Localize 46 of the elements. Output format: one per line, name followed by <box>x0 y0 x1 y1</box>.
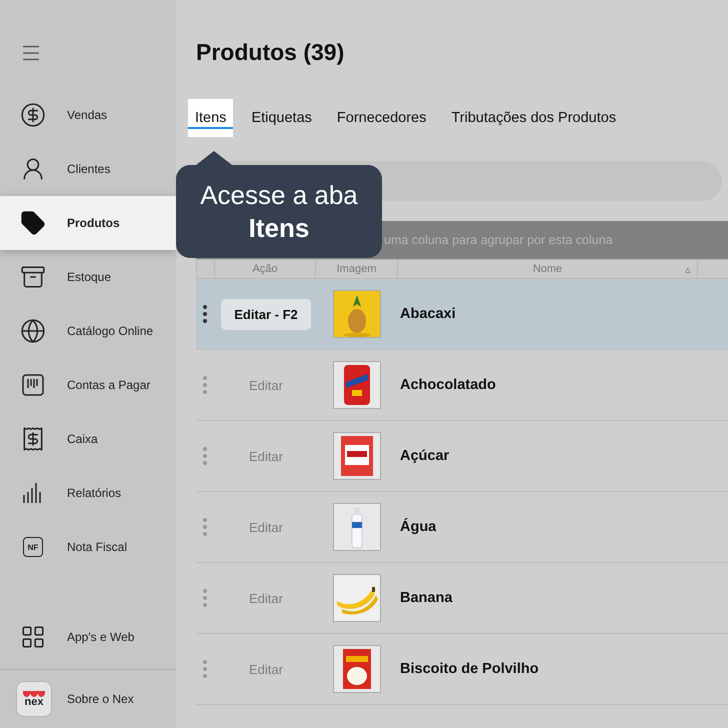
sidebar-label: Sobre o Nex <box>67 692 134 706</box>
tag-icon <box>20 210 46 236</box>
sidebar-label: App's e Web <box>67 630 134 644</box>
about-item[interactable]: nex Sobre o Nex <box>0 670 176 728</box>
sidebar-label: Caixa <box>67 432 98 446</box>
sidebar-item[interactable]: Produtos <box>0 196 176 250</box>
sidebar-item[interactable]: Relatórios <box>0 466 176 520</box>
product-name: Abacaxi <box>399 306 456 322</box>
tab[interactable]: Etiquetas <box>244 99 319 137</box>
product-name: Banana <box>399 590 452 606</box>
page-title: Produtos (39) <box>196 38 346 66</box>
sidebar-item[interactable]: Clientes <box>0 142 176 196</box>
product-name: Água <box>399 519 436 535</box>
table-cell[interactable] <box>196 279 215 350</box>
product-name: Biscoito de Polvilho <box>399 661 539 677</box>
tab[interactable]: Fornecedores <box>330 99 434 137</box>
column-header <box>196 259 215 279</box>
sidebar-label: Nota Fiscal <box>67 540 128 554</box>
sidebar-label: Contas a Pagar <box>67 378 150 392</box>
edit-button[interactable]: Editar - F2 <box>221 298 311 330</box>
sidebar-item[interactable]: NF Nota Fiscal <box>0 520 176 574</box>
tab[interactable]: Tributações dos Produtos <box>444 99 624 137</box>
sidebar-item[interactable]: Estoque <box>0 250 176 304</box>
barcode-icon <box>21 373 45 397</box>
sidebar-item[interactable]: Vendas <box>0 88 176 142</box>
sidebar-label: Clientes <box>67 162 110 176</box>
nf-icon: NF <box>23 537 43 557</box>
sidebar-label: Estoque <box>67 270 112 284</box>
logo: nex <box>16 681 52 717</box>
sidebar-label: Produtos <box>67 216 120 230</box>
more-icon[interactable] <box>203 305 207 323</box>
sidebar-item[interactable]: Catálogo Online <box>0 304 176 358</box>
sidebar-item[interactable]: App's e Web <box>0 610 176 664</box>
dollar-icon <box>20 102 46 128</box>
product-name: Açúcar <box>399 448 450 464</box>
globe-icon <box>20 318 46 344</box>
sidebar-item[interactable]: Caixa <box>0 412 176 466</box>
grid-icon <box>20 624 46 650</box>
tooltip-text: Acesse a aba Itens <box>199 178 359 244</box>
product-name: Achocolatado <box>399 377 496 393</box>
tab[interactable]: Itens <box>188 99 234 137</box>
sidebar-item[interactable]: Contas a Pagar <box>0 358 176 412</box>
sidebar-label: Relatórios <box>67 486 122 500</box>
box-icon <box>20 264 46 290</box>
sidebar-label: Vendas <box>67 108 108 122</box>
sidebar-label: Catálogo Online <box>67 324 154 338</box>
